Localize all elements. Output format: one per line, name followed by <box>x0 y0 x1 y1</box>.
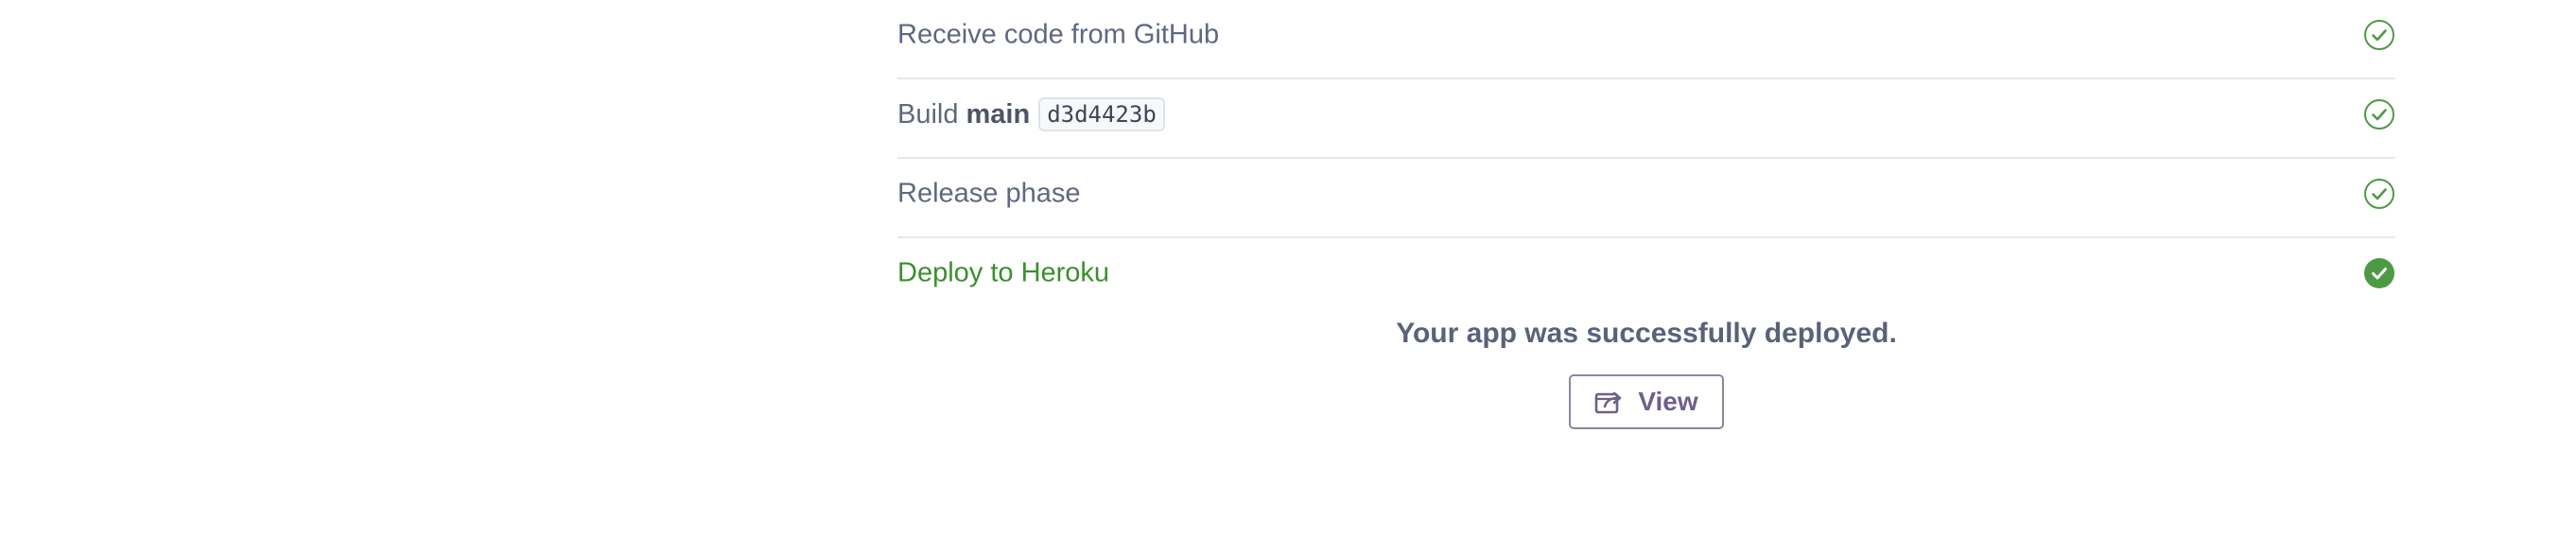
step-label-text: Receive code from GitHub <box>897 19 1220 50</box>
check-circle-outline-icon <box>2364 99 2394 130</box>
check-circle-outline-icon <box>2364 20 2394 50</box>
deploy-success-message: Your app was successfully deployed. <box>1396 318 1897 349</box>
deploy-panel: Receive code from GitHub Build main d3d4… <box>0 0 2576 554</box>
step-label: Receive code from GitHub <box>897 20 1219 51</box>
step-label: Deploy to Heroku <box>897 258 1109 289</box>
step-label-text: Deploy to Heroku <box>897 257 1110 288</box>
view-app-button[interactable]: View <box>1569 374 1724 429</box>
deploy-steps-list: Receive code from GitHub Build main d3d4… <box>897 0 2395 318</box>
step-label-text: Release phase <box>897 178 1081 209</box>
step-deploy: Deploy to Heroku <box>897 238 2395 318</box>
step-release-phase: Release phase <box>897 159 2395 238</box>
branch-name: main <box>966 98 1031 130</box>
commit-sha[interactable]: d3d4423b <box>1038 97 1165 131</box>
step-label: Build main d3d4423b <box>897 97 1165 131</box>
view-button-label: View <box>1638 387 1698 416</box>
external-link-icon <box>1595 391 1622 414</box>
check-circle-outline-icon <box>2364 179 2394 209</box>
step-label-text: Build <box>897 98 959 130</box>
step-receive-code: Receive code from GitHub <box>897 0 2395 79</box>
check-circle-filled-icon <box>2364 258 2394 288</box>
step-label: Release phase <box>897 179 1080 210</box>
step-build: Build main d3d4423b <box>897 79 2395 159</box>
